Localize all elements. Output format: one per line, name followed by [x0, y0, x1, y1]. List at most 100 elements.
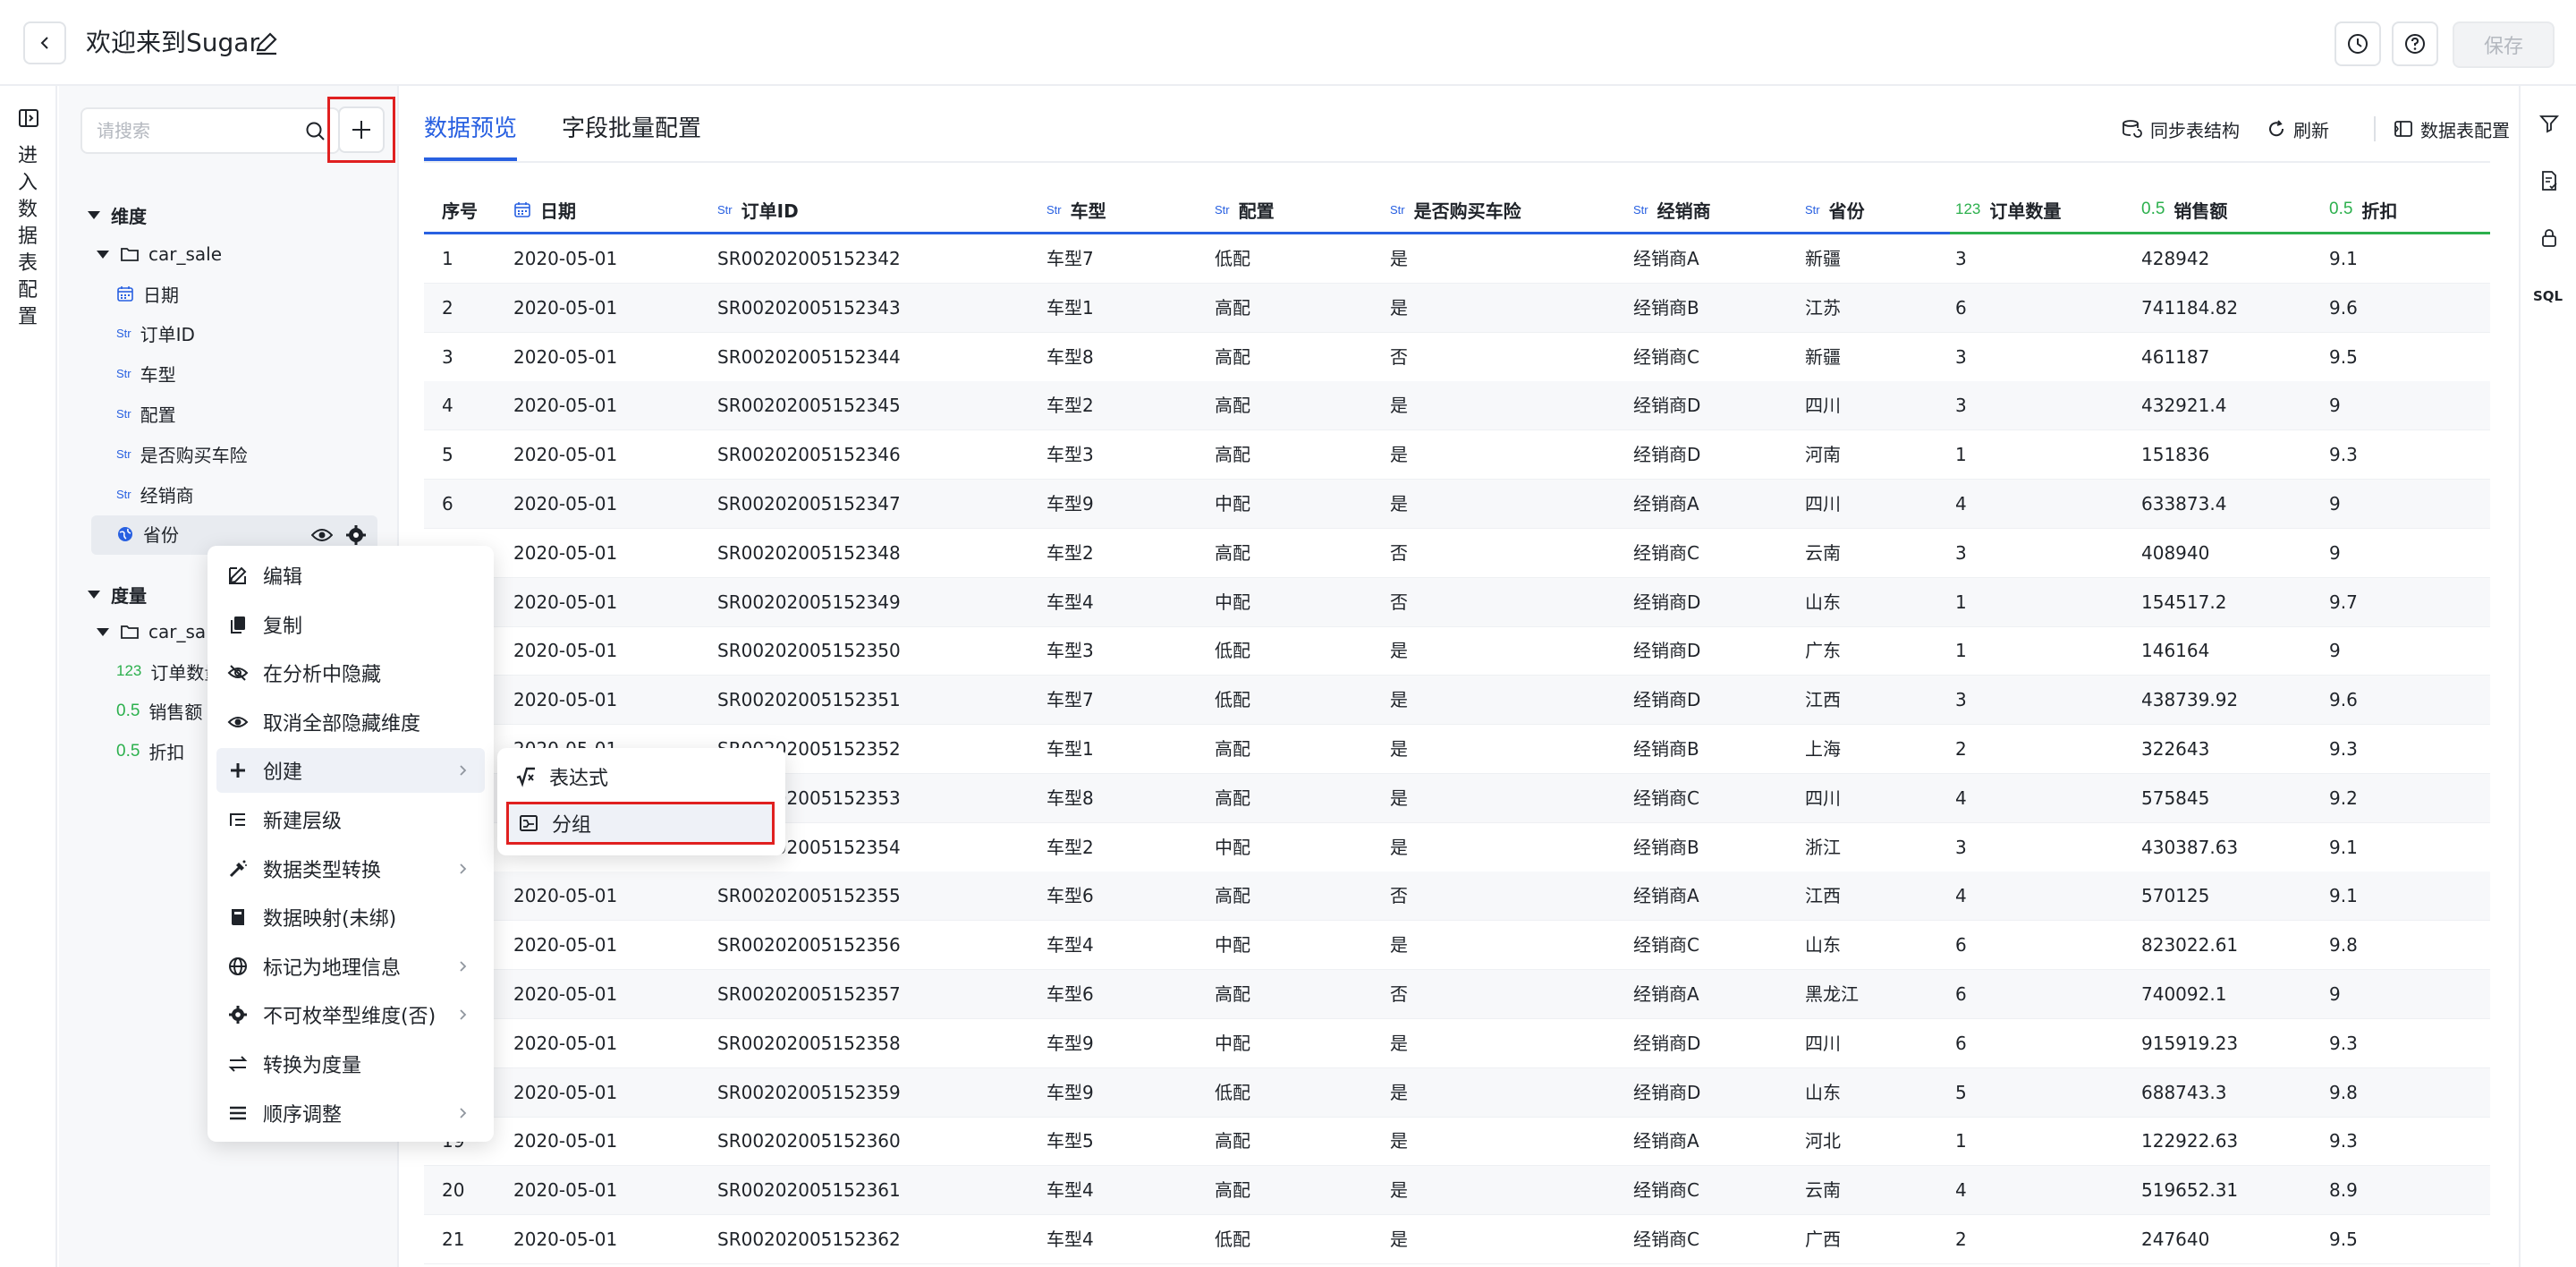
column-header[interactable]: 0.5 折扣: [2329, 184, 2397, 234]
table-cell: 5: [1955, 1081, 1967, 1103]
add-field-button-highlight: [327, 97, 395, 163]
menu-item[interactable]: 在分析中隐藏: [216, 651, 485, 695]
table-cell: 2020-05-01: [513, 1229, 618, 1250]
table-cell: 9: [2329, 395, 2341, 417]
search-icon[interactable]: [304, 120, 327, 143]
menu-item[interactable]: 顺序调整: [216, 1091, 485, 1135]
menu-item[interactable]: 新建层级: [216, 797, 485, 842]
table-cell: 车型1: [1046, 738, 1094, 760]
dimension-field-label: 经销商: [140, 484, 194, 506]
table-cell: 中配: [1215, 1032, 1250, 1054]
table-cell: 经销商D: [1633, 591, 1701, 613]
string-type-tag: Str: [1215, 202, 1230, 217]
column-header-label: 配置: [1238, 200, 1275, 222]
table-cell: 是: [1390, 1130, 1408, 1152]
table-cell: 车型7: [1046, 248, 1094, 269]
dimension-group[interactable]: 维度: [88, 197, 147, 233]
menu-item[interactable]: 编辑: [216, 553, 485, 598]
chevron-right-icon: [460, 961, 467, 972]
field-context-menu: 编辑 复制 在分析中隐藏 取消全部隐藏维度 创建 新建层级 数据类型转换 数据映射(未绑) 标记…: [208, 546, 494, 1142]
measure-field[interactable]: 0.5 销售额: [116, 693, 202, 729]
table-row: 4 2020-05-01 SR00202005152345 车型2 高配 是 经销商D 四川 3…: [424, 381, 2490, 431]
dimension-field[interactable]: 省份: [116, 516, 179, 552]
tab-data-preview[interactable]: 数据预览: [424, 111, 517, 147]
menu-item[interactable]: 标记为地理信息: [216, 944, 485, 989]
menu-item[interactable]: 复制: [216, 602, 485, 647]
edit-title-icon[interactable]: [252, 29, 281, 57]
table-row: 20 2020-05-01 SR00202005152361 车型4 高配 是 经销商C 云南…: [424, 1166, 2490, 1216]
column-header[interactable]: 日期: [513, 184, 576, 234]
back-button[interactable]: [23, 21, 66, 64]
dimension-field[interactable]: Str 经销商: [116, 476, 194, 512]
dimension-field[interactable]: 日期: [116, 276, 179, 311]
history-button[interactable]: [2334, 21, 2381, 66]
column-header[interactable]: 0.5 销售额: [2141, 184, 2227, 234]
document-check-icon[interactable]: [2538, 170, 2560, 191]
help-button[interactable]: [2392, 21, 2438, 66]
save-button[interactable]: 保存: [2453, 21, 2555, 68]
table-cell: 是: [1390, 493, 1408, 514]
sql-button[interactable]: SQL: [2533, 288, 2563, 304]
sync-structure-button[interactable]: 同步表结构: [2122, 111, 2240, 147]
menu-item[interactable]: 转换为度量: [216, 1042, 485, 1086]
table-cell: 江西: [1805, 689, 1841, 711]
gear-icon[interactable]: [345, 524, 367, 546]
table-cell: 车型1: [1046, 296, 1094, 319]
column-header[interactable]: Str 经销商: [1633, 184, 1711, 234]
menu-item[interactable]: 数据映射(未绑): [216, 895, 485, 940]
tab-field-batch-config[interactable]: 字段批量配置: [562, 111, 701, 147]
dimension-table-folder[interactable]: car_sale: [97, 236, 222, 272]
measure-field[interactable]: 123 订单数量: [116, 653, 222, 689]
integer-type-tag: 123: [116, 662, 142, 679]
lock-icon[interactable]: [2538, 227, 2560, 249]
group-icon: [518, 812, 539, 834]
table-cell: 经销商D: [1633, 689, 1701, 711]
add-field-button[interactable]: [338, 106, 385, 153]
menu-item[interactable]: 数据类型转换: [216, 846, 485, 891]
table-cell: 否: [1390, 591, 1408, 613]
menu-item[interactable]: 取消全部隐藏维度: [216, 700, 485, 744]
column-header[interactable]: 序号: [442, 184, 478, 234]
column-header[interactable]: Str 是否购买车险: [1390, 184, 1521, 234]
table-cell: 江西: [1805, 885, 1841, 907]
measure-field[interactable]: 0.5 折扣: [116, 734, 184, 770]
column-header[interactable]: Str 车型: [1046, 184, 1106, 234]
menu-item[interactable]: 不可枚举型维度(否): [216, 992, 485, 1037]
panel-toggle-icon[interactable]: [18, 107, 39, 129]
table-cell: 9.3: [2329, 444, 2358, 466]
measure-group[interactable]: 度量: [88, 576, 147, 612]
table-cell: 428942: [2141, 248, 2210, 269]
field-search-input[interactable]: [97, 118, 293, 145]
create-expression-item[interactable]: 表达式: [506, 755, 775, 798]
dimension-field[interactable]: Str 订单ID: [116, 316, 195, 352]
enter-table-config-link[interactable]: 进入数据表配置: [18, 143, 39, 331]
folder-icon: [121, 248, 139, 261]
create-group-item[interactable]: 分组: [506, 802, 775, 845]
table-config-button[interactable]: 数据表配置: [2394, 111, 2510, 147]
measure-table-folder[interactable]: car_sal: [97, 614, 211, 650]
dimension-field[interactable]: Str 是否购买车险: [116, 436, 248, 472]
table-cell: 高配: [1215, 541, 1250, 564]
dimension-field[interactable]: Str 配置: [116, 395, 176, 431]
eye-icon[interactable]: [311, 526, 333, 544]
menu-item[interactable]: 创建: [216, 748, 485, 794]
column-header[interactable]: 123 订单数量: [1955, 184, 2061, 234]
refresh-icon: [2269, 120, 2284, 137]
table-cell: 9.1: [2329, 248, 2358, 269]
table-cell: 车型9: [1046, 1081, 1094, 1103]
table-cell: SR00202005152343: [717, 296, 901, 319]
column-header[interactable]: Str 配置: [1215, 184, 1275, 234]
table-cell: 否: [1390, 345, 1408, 368]
filter-icon[interactable]: [2538, 113, 2560, 134]
refresh-button[interactable]: 刷新: [2267, 111, 2329, 147]
column-header[interactable]: Str 订单ID: [717, 184, 799, 234]
column-header[interactable]: Str 省份: [1805, 184, 1865, 234]
dimension-field[interactable]: Str 车型: [116, 356, 176, 392]
table-cell: 否: [1390, 983, 1408, 1005]
decimal-type-tag: 0.5: [2329, 200, 2353, 218]
swap-icon: [227, 1053, 249, 1075]
table-row: 102020-05-01SR00202005152351车型7低配是经销商D江西…: [424, 676, 2490, 726]
calendar-icon: [513, 200, 531, 218]
table-cell: 经销商B: [1633, 296, 1699, 319]
table-cell: 2020-05-01: [513, 1081, 618, 1103]
